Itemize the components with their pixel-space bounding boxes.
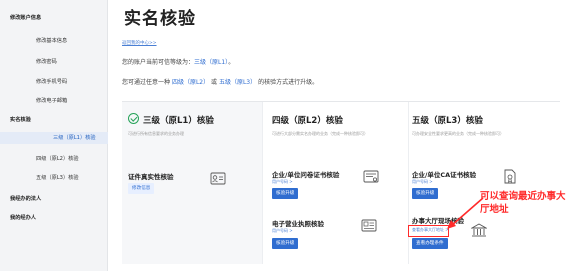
main-content: 实名核验 返回我的中心>> 您的账户当前可信等级为：三级（原L1）。 您可通过任… (108, 0, 571, 271)
upgrade-button[interactable]: 核验升级 (272, 188, 299, 199)
ca-document-icon (504, 169, 516, 184)
level-value: 三级（原L1） (194, 59, 229, 66)
license-icon (361, 219, 377, 232)
level-line: 您的账户当前可信等级为：三级（原L1）。 (122, 57, 234, 66)
upgrade-line: 您可通过任意一种 四级（原L2） 或 五级（原L3） 的核验方式进行升级。 (122, 77, 318, 86)
annotation-text: 可以查询最近办事大厅地址 (480, 191, 566, 215)
certificate-icon (363, 170, 379, 183)
page-title: 实名核验 (124, 9, 196, 29)
upgrade-button[interactable]: 核验升级 (272, 238, 299, 249)
level-suffix: 。 (228, 59, 235, 66)
sidebar-item-basic-info[interactable]: 修改基本信息 (36, 37, 67, 44)
column-title: 五级（原L3）核验 (412, 116, 483, 126)
item-title: 企业/单位CA证书核验 (412, 171, 477, 179)
item-title: 企业/单位问卷证书核验 (272, 171, 340, 179)
sidebar-item-level5[interactable]: 五级（原L3）核验 (36, 174, 79, 181)
check-circle-icon (128, 113, 139, 124)
level-prefix: 您的账户当前可信等级为： (122, 59, 195, 66)
sidebar-item-my-legal[interactable]: 我经办的法人 (10, 195, 41, 202)
item-sub-link[interactable]: 用户号码 > (272, 228, 293, 234)
item-title: 证件真实性核验 (128, 173, 174, 181)
annotation-arrow-icon (447, 197, 484, 229)
modify-info-button[interactable]: 修改信息 (128, 183, 155, 194)
sidebar-item-level3[interactable]: 三级（原L1）核验 (0, 132, 108, 144)
column-desc: 可办理安全性要求更高的业务（完成一种核验即可） (412, 131, 504, 136)
upgrade-prefix: 您可通过任意一种 (122, 79, 171, 86)
item-sub-link[interactable]: 用户号码 > (412, 179, 433, 185)
upgrade-mid: 或 (211, 79, 218, 86)
sidebar-group-verify[interactable]: 实名核验 (10, 116, 31, 123)
column-title: 三级（原L1）核验 (143, 116, 214, 126)
column-level4: 四级（原L2）核验 可进行大部分需实名办理的业务（完成一种核验即可） 企业/单位… (262, 102, 408, 264)
column-title: 四级（原L2）核验 (272, 116, 343, 126)
back-link[interactable]: 返回我的中心>> (122, 40, 157, 46)
upgrade-button[interactable]: 核验升级 (412, 188, 439, 199)
sidebar-item-phone[interactable]: 修改手机号码 (36, 78, 67, 85)
verify-panel: 三级（原L1）核验 可进行所有信息要求的业务办理 证件真实性核验 修改信息 四级… (122, 101, 560, 264)
sidebar-item-level4[interactable]: 四级（原L2）核验 (36, 155, 79, 162)
item-title: 电子营业执照核验 (272, 220, 324, 228)
upgrade-opt1[interactable]: 四级（原L2） (172, 79, 209, 86)
column-level3: 三级（原L1）核验 可进行所有信息要求的业务办理 证件真实性核验 修改信息 (122, 102, 262, 264)
column-level5: 五级（原L3）核验 可办理安全性要求更高的业务（完成一种核验即可） 企业/单位C… (408, 102, 560, 264)
item-sub-link[interactable]: 用户号码 > (272, 179, 293, 185)
column-desc: 可进行大部分需实名办理的业务（完成一种核验即可） (272, 131, 368, 136)
upgrade-suffix: 的核验方式进行升级。 (258, 79, 319, 86)
id-card-icon (210, 172, 226, 185)
view-conditions-button[interactable]: 查看办理条件 (412, 238, 448, 249)
sidebar: 修改账户信息 修改基本信息 修改密码 修改手机号码 修改电子邮箱 实名核验 三级… (0, 0, 108, 271)
sidebar-group-account[interactable]: 修改账户信息 (10, 14, 41, 21)
sidebar-item-email[interactable]: 修改电子邮箱 (36, 97, 67, 104)
column-desc: 可进行所有信息要求的业务办理 (128, 131, 184, 136)
sidebar-item-password[interactable]: 修改密码 (36, 58, 57, 65)
sidebar-item-my-agent[interactable]: 我的经办人 (10, 214, 36, 221)
upgrade-opt2[interactable]: 五级（原L3） (219, 79, 256, 86)
